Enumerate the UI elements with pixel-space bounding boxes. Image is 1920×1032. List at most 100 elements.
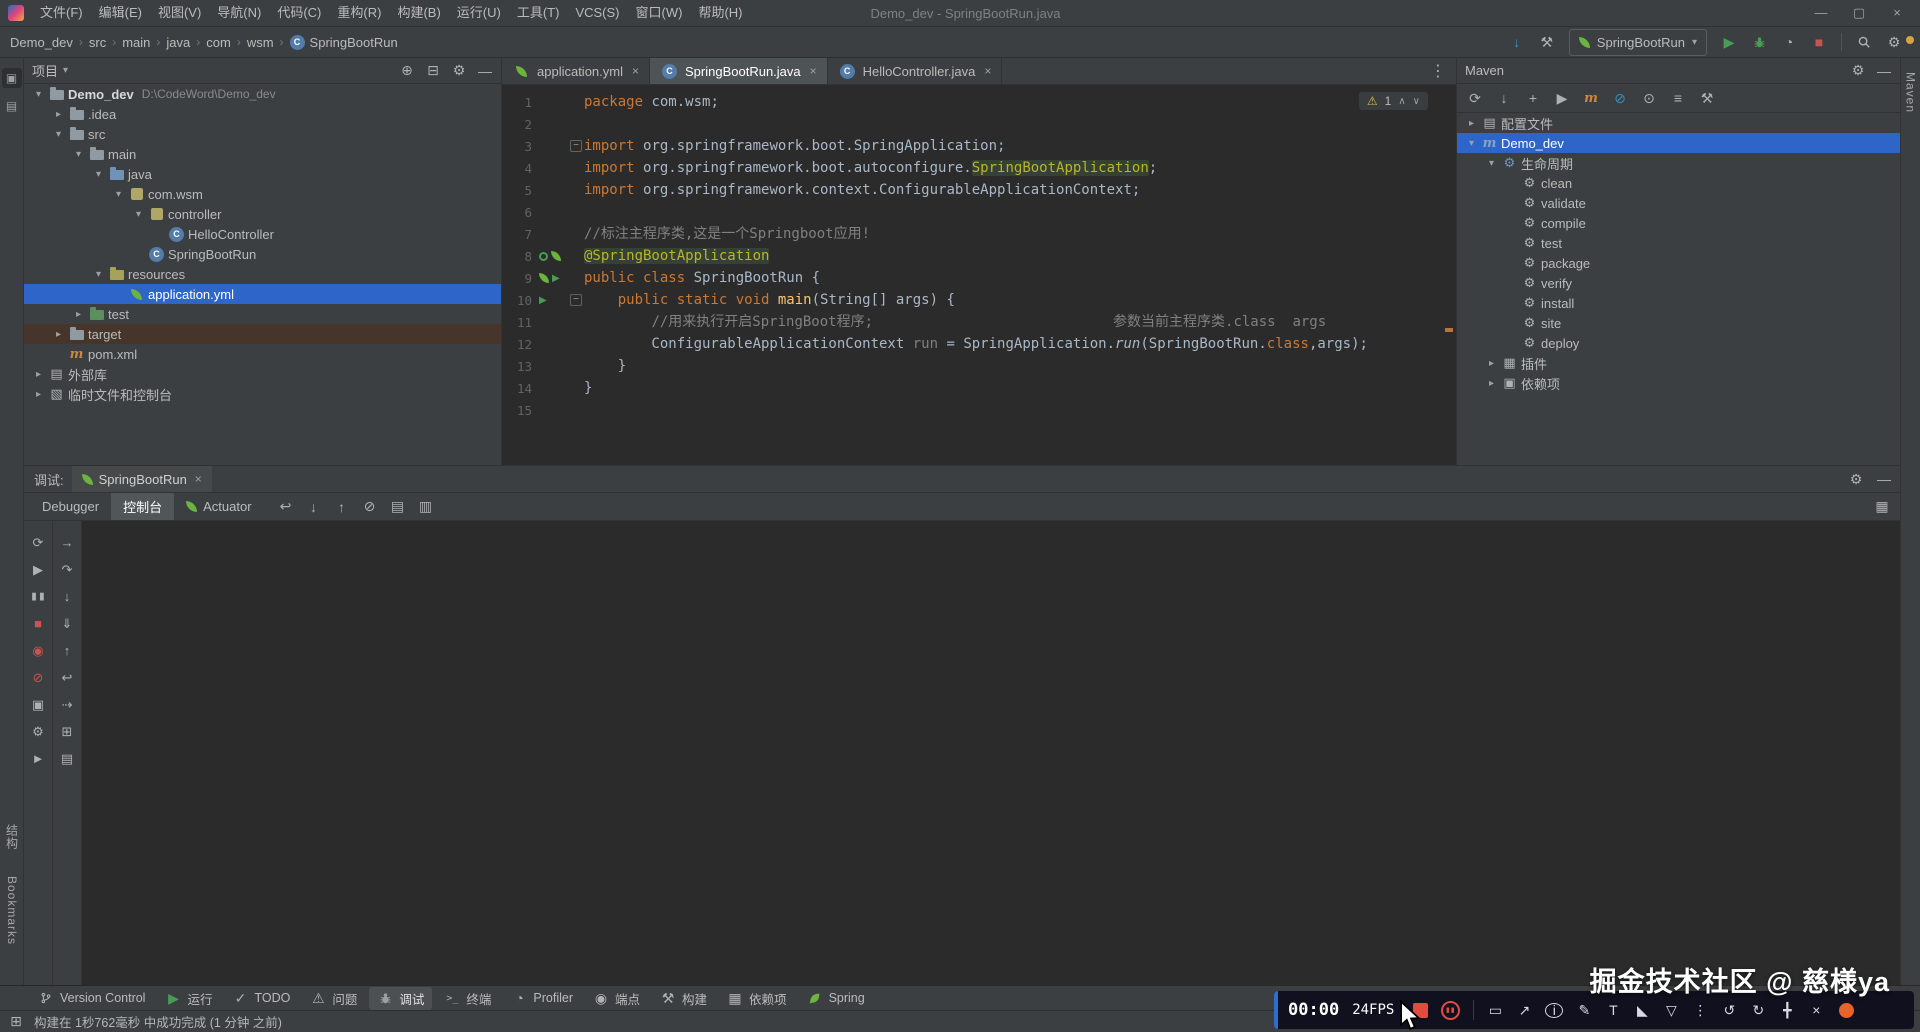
project-tree-item[interactable]: ▾Demo_devD:\CodeWord\Demo_dev xyxy=(24,84,501,104)
project-tree-item[interactable]: ▾com.wsm xyxy=(24,184,501,204)
project-options-icon[interactable]: ⚙ xyxy=(451,63,467,79)
drop-frame-icon[interactable]: ↩ xyxy=(59,664,75,691)
add-maven-project-icon[interactable]: + xyxy=(1525,90,1541,106)
region-tool-icon[interactable]: ▭ xyxy=(1487,1002,1503,1018)
inspection-widget[interactable]: ⚠ 1 ∧ ∨ xyxy=(1359,92,1428,110)
more-tools-icon[interactable]: ⋮ xyxy=(1692,1002,1708,1018)
editor[interactable]: application.yml×CSpringBootRun.java×CHel… xyxy=(502,58,1457,465)
print-icon[interactable]: ▤ xyxy=(59,745,75,772)
reload-maven-icon[interactable]: ⟳ xyxy=(1467,90,1483,106)
menu-item[interactable]: 重构(R) xyxy=(329,0,389,26)
skip-tests-icon[interactable]: ⊘ xyxy=(1612,90,1628,106)
debug-settings-icon[interactable]: ⚙ xyxy=(30,718,46,745)
debug-tab-debugger[interactable]: Debugger xyxy=(30,493,111,520)
maven-tree-item[interactable]: ⚙site xyxy=(1457,313,1900,333)
rerun-icon[interactable]: ⟳ xyxy=(30,529,46,556)
toolwindow-switcher-icon[interactable]: ⊞ xyxy=(8,1014,24,1030)
project-tree-item[interactable]: CSpringBootRun xyxy=(24,244,501,264)
download-sources-icon[interactable]: ↓ xyxy=(1496,90,1512,106)
debug-tab-console[interactable]: 控制台 xyxy=(111,493,174,520)
ide-settings-icon[interactable]: ⚙ xyxy=(1886,34,1902,50)
step-over-icon[interactable]: ↷ xyxy=(59,556,75,583)
maven-tree-item[interactable]: ▾mDemo_dev xyxy=(1457,133,1900,153)
build-project-icon[interactable]: ⚒ xyxy=(1539,34,1555,50)
breadcrumb-item[interactable]: main xyxy=(122,35,150,50)
bookmarks-toolwindow-button[interactable]: Bookmarks xyxy=(5,876,19,945)
chevron-icon[interactable]: ▸ xyxy=(70,309,87,320)
fold-marker[interactable] xyxy=(568,140,584,152)
close-icon[interactable]: × xyxy=(195,472,202,486)
editor-tab[interactable]: application.yml× xyxy=(502,58,650,84)
chevron-icon[interactable]: ▾ xyxy=(1463,138,1480,149)
thread-dump-icon[interactable]: ▣ xyxy=(30,691,46,718)
close-icon[interactable]: × xyxy=(984,64,991,78)
run-to-cursor-icon[interactable]: ⇢ xyxy=(59,691,75,718)
close-recorder-icon[interactable]: × xyxy=(1808,1002,1824,1018)
stop-button[interactable]: ■ xyxy=(1811,34,1827,50)
maven-toolwindow-button[interactable]: Maven xyxy=(1904,72,1918,113)
chevron-icon[interactable]: ▸ xyxy=(1483,378,1500,389)
maven-tree-item[interactable]: ▸▤配置文件 xyxy=(1457,113,1900,133)
pause-recording-button[interactable]: ▮▮ xyxy=(1441,1001,1460,1020)
force-step-into-icon[interactable]: ⇓ xyxy=(59,610,75,637)
chevron-icon[interactable]: ▸ xyxy=(50,109,67,120)
execute-maven-icon[interactable]: m xyxy=(1583,90,1599,106)
menu-item[interactable]: 构建(B) xyxy=(389,0,448,26)
undo-icon[interactable]: ↺ xyxy=(1721,1002,1737,1018)
maven-tree-item[interactable]: ▸▦插件 xyxy=(1457,353,1900,373)
run-gutter-icon[interactable]: ▶ xyxy=(552,273,560,284)
chevron-icon[interactable]: ▾ xyxy=(110,189,127,200)
project-tree-item[interactable]: ▸test xyxy=(24,304,501,324)
toolwindow-button-问题[interactable]: ⚠问题 xyxy=(302,987,365,1010)
editor-tab[interactable]: CHelloController.java× xyxy=(828,58,1003,84)
scroll-to-end-icon[interactable]: ↓ xyxy=(306,499,322,515)
maven-tree-item[interactable]: ⚙package xyxy=(1457,253,1900,273)
minimize-button[interactable]: — xyxy=(1804,5,1838,21)
toolwindow-button-todo[interactable]: ✓TODO xyxy=(224,988,298,1008)
maven-settings-icon[interactable]: ≡ xyxy=(1670,90,1686,106)
funnel-tool-icon[interactable]: ▽ xyxy=(1663,1002,1679,1018)
breadcrumb-item[interactable]: Demo_dev xyxy=(10,35,73,50)
debug-button[interactable] xyxy=(1751,34,1767,50)
layout-settings-icon[interactable]: ▦ xyxy=(1874,499,1890,515)
breadcrumb-item[interactable]: src xyxy=(89,35,106,50)
maven-tree-item[interactable]: ⚙test xyxy=(1457,233,1900,253)
previous-problem-icon[interactable]: ∧ xyxy=(1398,96,1405,107)
pause-program-icon[interactable]: ▮▮ xyxy=(30,583,46,610)
menu-item[interactable]: 窗口(W) xyxy=(628,0,691,26)
profiler-button[interactable]: ◔ xyxy=(1781,34,1797,50)
maven-tree-item[interactable]: ⚙clean xyxy=(1457,173,1900,193)
fold-marker[interactable] xyxy=(568,294,584,306)
code-area[interactable]: 1package com.wsm;23import org.springfram… xyxy=(502,85,1456,421)
toolwindow-button-端点[interactable]: ◉端点 xyxy=(585,987,648,1010)
project-tree-item[interactable]: ▸target xyxy=(24,324,501,344)
menu-item[interactable]: 帮助(H) xyxy=(690,0,750,26)
resume-icon[interactable]: ▶ xyxy=(30,556,46,583)
chevron-icon[interactable]: ▸ xyxy=(50,329,67,340)
project-toolwindow-button[interactable]: ▣ xyxy=(2,68,22,88)
select-opened-file-icon[interactable]: ⊕ xyxy=(399,63,415,79)
maven-tree-item[interactable]: ▾⚙生命周期 xyxy=(1457,153,1900,173)
maximize-button[interactable]: ▢ xyxy=(1842,5,1876,21)
pencil-tool-icon[interactable]: ✎ xyxy=(1576,1002,1592,1018)
menu-item[interactable]: 运行(U) xyxy=(449,0,509,26)
chevron-icon[interactable]: ▾ xyxy=(50,129,67,140)
breadcrumb-item[interactable]: wsm xyxy=(247,35,274,50)
spring-gutter-icon[interactable] xyxy=(539,273,549,283)
project-tree-item[interactable]: ▸▧临时文件和控制台 xyxy=(24,384,501,404)
hide-panel-icon[interactable]: — xyxy=(1876,63,1892,79)
hide-panel-icon[interactable]: — xyxy=(477,63,493,79)
run-configuration-select[interactable]: SpringBootRun ▾ xyxy=(1569,29,1707,56)
close-icon[interactable]: × xyxy=(632,64,639,78)
hide-panel-icon[interactable]: — xyxy=(1876,471,1892,487)
debug-options-icon[interactable]: ⚙ xyxy=(1848,471,1864,487)
maven-tree-item[interactable]: ⚙install xyxy=(1457,293,1900,313)
search-everywhere-icon[interactable] xyxy=(1856,34,1872,50)
print-console-icon[interactable]: ▤ xyxy=(390,499,406,515)
close-icon[interactable]: × xyxy=(810,64,817,78)
clear-console-icon[interactable]: ⊘ xyxy=(362,499,378,515)
toolwindow-button-profiler[interactable]: ◔Profiler xyxy=(503,988,581,1008)
chevron-icon[interactable]: ▾ xyxy=(30,89,47,100)
menu-item[interactable]: 代码(C) xyxy=(269,0,329,26)
menu-item[interactable]: 编辑(E) xyxy=(91,0,150,26)
